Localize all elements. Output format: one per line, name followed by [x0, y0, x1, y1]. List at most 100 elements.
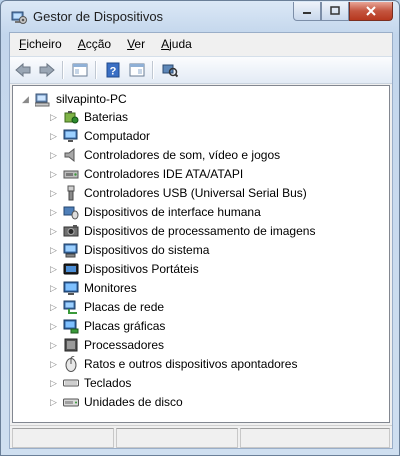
portable-device-icon [63, 263, 79, 275]
expand-arrow-icon[interactable]: ▷ [49, 150, 58, 160]
menu-ajuda[interactable]: Ajuda [153, 37, 200, 51]
tree-item-hid[interactable]: ▷ Dispositivos de interface humana [49, 203, 261, 221]
status-cell [12, 428, 114, 448]
tree-item-label: Dispositivos do sistema [84, 243, 210, 257]
expand-arrow-icon[interactable]: ▷ [49, 321, 58, 331]
menu-accao-accel: A [77, 37, 86, 51]
forward-button[interactable] [36, 60, 58, 80]
tree-item-sistema[interactable]: ▷ Dispositivos do sistema [49, 241, 209, 259]
help-icon: ? [106, 62, 120, 78]
expand-arrow-icon[interactable]: ▷ [49, 378, 58, 388]
system-devices-icon [63, 243, 78, 258]
toolbar-separator [62, 61, 63, 79]
menu-bar: Ficheiro Acção Ver Ajuda [10, 33, 392, 55]
expand-arrow-icon[interactable]: ▷ [49, 169, 58, 179]
keyboard-icon [63, 379, 79, 387]
tree-item-label: Placas de rede [84, 300, 165, 314]
tree-item-rede[interactable]: ▷ Placas de rede [49, 298, 164, 316]
ide-controller-icon [63, 170, 79, 179]
tree-item-computador[interactable]: ▷ Computador [49, 127, 150, 145]
show-action-pane-button[interactable] [126, 60, 148, 80]
back-button[interactable] [12, 60, 34, 80]
window-controls [293, 2, 393, 21]
console-tree-icon [72, 63, 88, 77]
mouse-icon [65, 356, 77, 372]
tree-item-label: Dispositivos Portáteis [84, 262, 199, 276]
expand-arrow-icon[interactable]: ▷ [49, 245, 58, 255]
title-bar[interactable]: Gestor de Dispositivos [1, 1, 399, 33]
menu-accao-label: cção [85, 37, 112, 51]
tree-item-label: Unidades de disco [84, 395, 183, 409]
action-pane-icon [129, 63, 145, 77]
expand-arrow-icon[interactable]: ▷ [49, 226, 58, 236]
close-icon [366, 6, 376, 16]
device-manager-icon [11, 11, 27, 24]
monitor-icon [63, 281, 79, 295]
tree-item-graficas[interactable]: ▷ Placas gráficas [49, 317, 165, 335]
tree-item-discos[interactable]: ▷ Unidades de disco [49, 393, 183, 411]
minimize-button[interactable] [293, 2, 321, 21]
menu-accao[interactable]: Acção [70, 37, 119, 51]
tree-item-label: Dispositivos de processamento de imagens [84, 224, 316, 238]
tree-item-label: Controladores IDE ATA/ATAPI [84, 167, 244, 181]
disk-drive-icon [63, 398, 79, 407]
tree-root[interactable]: ◢ silvapinto-PC [21, 90, 127, 108]
tree-root-label: silvapinto-PC [56, 92, 127, 106]
toolbar-separator [95, 61, 96, 79]
tree-item-label: Dispositivos de interface humana [84, 205, 261, 219]
speaker-icon [64, 147, 75, 163]
expand-arrow-icon[interactable]: ▷ [49, 359, 58, 369]
expand-arrow-icon[interactable]: ▷ [49, 302, 58, 312]
expand-arrow-icon[interactable]: ▷ [49, 264, 58, 274]
expand-arrow-icon[interactable]: ▷ [49, 340, 58, 350]
close-button[interactable] [349, 2, 393, 21]
computer-icon [35, 93, 50, 107]
tree-item-baterias[interactable]: ▷ Baterias [49, 108, 128, 126]
expand-arrow-icon[interactable]: ▷ [49, 112, 58, 122]
tree-item-label: Baterias [84, 110, 129, 124]
tree-item-label: Placas gráficas [84, 319, 166, 333]
expand-arrow-icon[interactable]: ▷ [49, 283, 58, 293]
forward-arrow-icon [39, 62, 55, 78]
collapse-arrow-icon[interactable]: ◢ [21, 94, 30, 104]
tree-item-teclados[interactable]: ▷ Teclados [49, 374, 131, 392]
menu-ajuda-accel: A [161, 37, 170, 51]
hid-icon [63, 206, 79, 220]
tree-item-imagens[interactable]: ▷ Dispositivos de processamento de image… [49, 222, 315, 240]
expand-arrow-icon[interactable]: ▷ [49, 397, 58, 407]
tree-item-label: Ratos e outros dispositivos apontadores [84, 357, 298, 371]
expand-arrow-icon[interactable]: ▷ [49, 131, 58, 141]
tree-item-usb[interactable]: ▷ Controladores USB (Universal Serial Bu… [49, 184, 307, 202]
tree-item-monitores[interactable]: ▷ Monitores [49, 279, 137, 297]
computer-icon [63, 129, 78, 142]
maximize-button[interactable] [321, 2, 349, 21]
back-arrow-icon [15, 62, 31, 78]
tree-item-ratos[interactable]: ▷ Ratos e outros dispositivos apontadore… [49, 355, 297, 373]
toolbar: ? [10, 56, 392, 84]
status-cell [240, 428, 390, 448]
tree-item-ide[interactable]: ▷ Controladores IDE ATA/ATAPI [49, 165, 243, 183]
expand-arrow-icon[interactable]: ▷ [49, 188, 58, 198]
tree-item-label: Teclados [84, 376, 132, 390]
status-bar [10, 425, 392, 448]
menu-ver[interactable]: Ver [119, 37, 153, 51]
menu-ver-label: er [134, 37, 146, 51]
device-tree: ◢ silvapinto-PC ▷ Baterias ▷ Computador … [12, 85, 390, 423]
tree-item-label: Processadores [84, 338, 165, 352]
toolbar-separator [152, 61, 153, 79]
help-button[interactable]: ? [102, 60, 124, 80]
tree-item-processadores[interactable]: ▷ Processadores [49, 336, 164, 354]
maximize-icon [330, 6, 340, 15]
expand-arrow-icon[interactable]: ▷ [49, 207, 58, 217]
tree-item-label: Monitores [84, 281, 137, 295]
tree-item-portateis[interactable]: ▷ Dispositivos Portáteis [49, 260, 199, 278]
display-adapter-icon [63, 319, 79, 334]
usb-icon [67, 185, 75, 201]
network-adapter-icon [63, 300, 77, 314]
scan-hardware-changes-button[interactable] [159, 60, 181, 80]
tree-item-som[interactable]: ▷ Controladores de som, vídeo e jogos [49, 146, 280, 164]
menu-ficheiro[interactable]: Ficheiro [10, 37, 70, 51]
show-hide-console-tree-button[interactable] [69, 60, 91, 80]
svg-text:?: ? [110, 66, 117, 78]
camera-icon [63, 225, 79, 237]
